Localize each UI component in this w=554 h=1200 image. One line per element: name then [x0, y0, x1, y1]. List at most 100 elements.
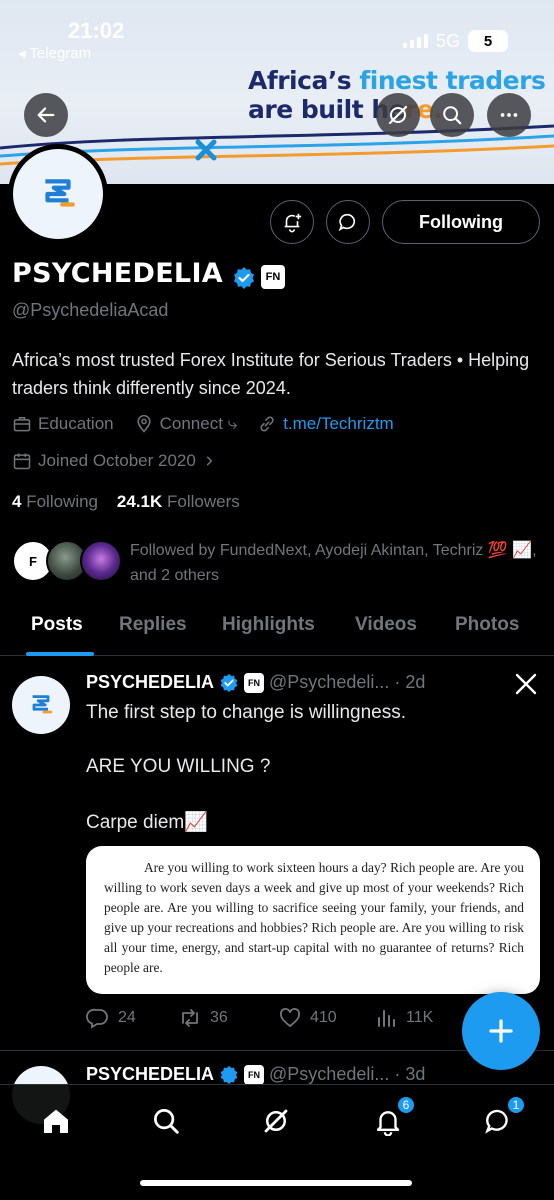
- psychedelia-logo-icon: [45, 179, 75, 207]
- message-button[interactable]: [326, 200, 370, 244]
- reply-icon: [86, 1008, 108, 1029]
- search-icon: [443, 106, 462, 125]
- network-type: 5G: [435, 30, 460, 51]
- views-button[interactable]: 11K: [374, 1006, 433, 1030]
- profile-bio: Africa’s most trusted Forex Institute fo…: [12, 350, 530, 398]
- active-tab-indicator: [26, 652, 94, 656]
- nav-notifications[interactable]: 6: [368, 1095, 416, 1141]
- post-author-name[interactable]: PSYCHEDELIA: [86, 1064, 214, 1085]
- following-button[interactable]: Following: [382, 200, 540, 244]
- repost-button[interactable]: 36: [178, 1006, 228, 1030]
- view-count: 11K: [406, 1009, 434, 1026]
- post-image-text: Are you willing to work sixteen hours a …: [104, 860, 524, 975]
- follow-counts: 4 Following 24.1K Followers: [12, 492, 240, 512]
- grok-button[interactable]: [376, 93, 420, 137]
- followers-count-link[interactable]: 24.1K Followers: [117, 492, 240, 511]
- reply-count: 24: [118, 1009, 136, 1026]
- chevron-right-icon: [206, 456, 213, 466]
- joined-label: Joined October 2020: [38, 451, 196, 470]
- location-pin-icon: [137, 414, 151, 433]
- post-time: · 3d: [394, 1064, 426, 1084]
- repost-icon: [182, 1009, 198, 1027]
- affiliate-badge: FN: [244, 1064, 265, 1085]
- status-right: 5G 5: [402, 30, 508, 52]
- x-logo-icon[interactable]: [514, 672, 538, 696]
- post-text-line2: ARE YOU WILLING ?: [86, 756, 271, 777]
- search-button[interactable]: [430, 93, 474, 137]
- status-time: 21:02: [68, 18, 125, 43]
- post-time: · 2d: [394, 672, 426, 692]
- bell-plus-icon: [284, 213, 302, 233]
- search-icon: [154, 1109, 179, 1134]
- nav-search[interactable]: [146, 1101, 186, 1141]
- messages-badge: 1: [506, 1095, 526, 1115]
- location-label: Connect ⤷: [159, 414, 238, 433]
- website-link[interactable]: t.me/Techriztm: [283, 414, 394, 434]
- location-item: Connect ⤷: [134, 414, 238, 434]
- profile-tabs: Posts Replies Highlights Videos Photos: [0, 600, 554, 656]
- profile-meta-row: Education Connect ⤷ t.me/Techriztm: [12, 414, 414, 434]
- calendar-icon: [13, 453, 31, 470]
- following-label: Following: [26, 492, 99, 511]
- link-icon: [260, 416, 274, 432]
- plus-icon: [489, 1019, 513, 1043]
- reply-button[interactable]: 24: [86, 1006, 136, 1030]
- profile-handle: @PsychedeliaAcad: [12, 300, 169, 320]
- home-icon: [44, 1109, 68, 1133]
- verified-badge-icon: [220, 1065, 238, 1084]
- following-count: 4: [12, 492, 22, 511]
- category-item: Education: [12, 414, 114, 434]
- followers-label: Followers: [167, 492, 240, 511]
- compose-button[interactable]: [462, 992, 540, 1070]
- website-item[interactable]: t.me/Techriztm: [257, 414, 394, 434]
- status-back-to-telegram[interactable]: ◂ Telegram: [18, 44, 91, 62]
- chat-bubble-icon: [338, 213, 356, 232]
- back-button[interactable]: [24, 93, 68, 137]
- briefcase-icon: [13, 417, 31, 432]
- post-author-handle[interactable]: @Psychedeli...: [269, 672, 389, 693]
- fundednext-logo-icon: F: [29, 553, 37, 569]
- grok-icon: [388, 105, 408, 125]
- tab-highlights[interactable]: Highlights: [222, 614, 315, 636]
- post-header: PSYCHEDELIA FN @Psychedeli... · 2d: [86, 672, 425, 693]
- signal-icon: [402, 34, 428, 48]
- grok-icon: [264, 1109, 288, 1133]
- nav-grok[interactable]: [256, 1101, 296, 1141]
- following-count-link[interactable]: 4 Following: [12, 492, 98, 511]
- profile-avatar[interactable]: [8, 144, 108, 244]
- joined-item: Joined October 2020: [12, 451, 216, 471]
- nav-messages[interactable]: 1: [478, 1095, 526, 1141]
- post-header: PSYCHEDELIA FN @Psychedeli... · 3d: [86, 1064, 425, 1085]
- tab-replies[interactable]: Replies: [119, 614, 187, 636]
- tab-posts[interactable]: Posts: [31, 614, 83, 636]
- affiliate-badge: FN: [244, 672, 265, 693]
- views-chart-icon: [378, 1010, 395, 1027]
- follower-avatar-techriz: [80, 540, 122, 582]
- tab-videos[interactable]: Videos: [355, 614, 417, 636]
- affiliate-badge[interactable]: FN: [261, 265, 285, 289]
- verified-badge-icon: [220, 673, 238, 692]
- category-label: Education: [38, 414, 114, 433]
- like-count: 410: [310, 1009, 337, 1026]
- battery-icon: 5: [468, 30, 508, 52]
- more-button[interactable]: [487, 93, 531, 137]
- post-author-name[interactable]: PSYCHEDELIA: [86, 672, 214, 693]
- like-button[interactable]: 410: [278, 1006, 337, 1030]
- repost-count: 36: [210, 1009, 228, 1026]
- nav-home[interactable]: [36, 1101, 76, 1141]
- psychedelia-logo-icon: [32, 695, 53, 714]
- notifications-badge: 6: [396, 1095, 416, 1115]
- arrow-left-icon: [37, 107, 55, 123]
- post-text-line1: The first step to change is willingness.: [86, 702, 406, 723]
- post-image[interactable]: Are you willing to work sixteen hours a …: [86, 846, 540, 994]
- home-indicator: [140, 1180, 412, 1186]
- post-avatar[interactable]: [12, 676, 70, 734]
- tab-photos[interactable]: Photos: [455, 614, 519, 636]
- banner-line1-a: Africa’s: [248, 66, 360, 95]
- banner-line1-b: finest traders: [359, 66, 546, 95]
- profile-name: PSYCHEDELIA: [12, 258, 223, 289]
- post-author-handle[interactable]: @Psychedeli...: [269, 1064, 389, 1085]
- more-icon: [500, 113, 518, 117]
- followed-by-row[interactable]: F Followed by FundedNext, Ayodeji Akinta…: [12, 538, 542, 588]
- notify-button[interactable]: [270, 200, 314, 244]
